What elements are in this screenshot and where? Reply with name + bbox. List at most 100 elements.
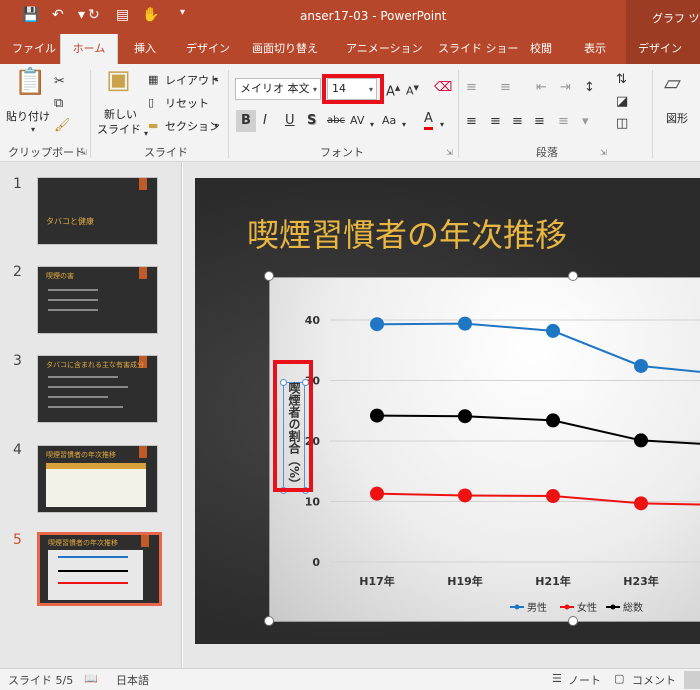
comments-button[interactable]: コメント (632, 672, 676, 688)
notes-icon[interactable]: ☰ (552, 672, 562, 685)
new-slide-label-1[interactable]: 新しい (104, 106, 137, 122)
font-color-dropdown-icon[interactable]: ▾ (440, 117, 444, 133)
align-right-icon[interactable]: ≡ (512, 114, 523, 130)
text-direction-icon[interactable]: ⇅ (616, 72, 627, 88)
tab-animations[interactable]: アニメーション (346, 34, 423, 64)
reset-button[interactable]: リセット (165, 95, 209, 111)
series-line-0 (376, 322, 700, 373)
new-slide-icon[interactable]: ▣ (106, 67, 131, 93)
undo-dropdown-icon[interactable]: ▾ (78, 7, 85, 23)
font-name-dropdown-icon[interactable]: ▾ (313, 82, 317, 98)
format-painter-icon[interactable]: 🖌 (54, 118, 71, 134)
paste-icon[interactable]: 📋 (14, 69, 46, 95)
section-icon[interactable]: ▬ (148, 118, 158, 134)
smartart-icon[interactable]: ◫ (616, 116, 628, 132)
clear-formatting-icon[interactable]: ⌫ (434, 80, 452, 96)
font-color-button[interactable]: A (424, 111, 433, 130)
current-slide[interactable]: 喫煙習慣者の年次推移 0 10 20 30 40 H17年 H19年 H21年 H23年 男性 女性… (195, 178, 700, 644)
numbering-icon[interactable]: ≡ (500, 80, 511, 96)
tab-view[interactable]: 表示 (584, 34, 606, 64)
font-launcher-icon[interactable]: ⇲ (446, 148, 453, 157)
align-center-icon[interactable]: ≡ (490, 114, 501, 130)
slide-thumbnail-2[interactable]: 喫煙の害 (37, 266, 158, 334)
tab-slideshow[interactable]: スライド ショー (438, 34, 519, 64)
undo-icon[interactable]: ↶ (52, 7, 64, 23)
tab-home[interactable]: ホーム (60, 34, 118, 64)
align-left-icon[interactable]: ≡ (466, 114, 477, 130)
tab-review[interactable]: 校閲 (530, 34, 552, 64)
slide-thumbnail-5[interactable]: 喫煙習慣者の年次推移 (37, 532, 162, 606)
comments-icon[interactable]: ▢ (614, 672, 624, 685)
normal-view-button[interactable] (684, 671, 700, 689)
language-indicator[interactable]: 日本語 (116, 672, 149, 688)
columns-dropdown-icon[interactable]: ▾ (582, 114, 589, 130)
line-chart[interactable]: 010203040H17年 H19年 H21年 H23年男性 女性 総数 (270, 278, 700, 623)
slide-thumbnail-1[interactable]: タバコと健康 (37, 177, 158, 245)
columns-icon[interactable]: ≡ (558, 114, 569, 130)
font-name-combo[interactable]: メイリオ 本文 ▾ (235, 78, 321, 100)
slide-counter: スライド 5/5 (8, 674, 74, 687)
chart-resize-handle[interactable] (568, 616, 578, 626)
tab-chart-design[interactable]: デザイン (638, 34, 682, 64)
legend-label: 総数 (623, 601, 643, 614)
new-slide-label-2[interactable]: スライド (97, 121, 141, 137)
layout-button[interactable]: レイアウト (165, 72, 220, 88)
case-dropdown-icon[interactable]: ▾ (402, 117, 406, 133)
slides-group-label: スライド (144, 146, 188, 159)
tab-design[interactable]: デザイン (186, 34, 230, 64)
chart-resize-handle[interactable] (264, 616, 274, 626)
layout-icon[interactable]: ▦ (148, 72, 158, 88)
shapes-button[interactable]: 図形 (666, 110, 688, 126)
redo-icon[interactable]: ↻ (88, 7, 100, 23)
decrease-indent-icon[interactable]: ⇤ (536, 80, 547, 96)
paste-dropdown-icon[interactable]: ▾ (31, 122, 35, 138)
slide-thumbnail-4[interactable]: 喫煙習慣者の年次推移 (37, 445, 158, 513)
reset-icon[interactable]: ▯ (148, 95, 154, 111)
paste-button[interactable]: 貼り付け (6, 108, 50, 124)
touch-mode-icon[interactable]: ✋ (142, 7, 159, 23)
data-point (458, 409, 472, 424)
chart-resize-handle[interactable] (264, 271, 274, 281)
bullet-line (48, 289, 98, 291)
legend-marker (564, 604, 570, 610)
align-text-icon[interactable]: ◪ (616, 94, 628, 110)
strikethrough-button[interactable]: abc (327, 113, 345, 129)
chart-resize-handle[interactable] (568, 271, 578, 281)
x-tick-label: H17年 (359, 574, 395, 588)
slide-number: 1 (13, 176, 22, 192)
customize-qat-icon[interactable]: ▾ (180, 7, 185, 18)
highlight-box-axis-title (273, 360, 313, 492)
tab-insert[interactable]: 挿入 (134, 34, 156, 64)
layout-dropdown-icon[interactable]: ▾ (214, 72, 218, 88)
cut-icon[interactable]: ✂ (54, 74, 65, 90)
shrink-font-icon[interactable]: A▼ (406, 80, 419, 100)
spacing-dropdown-icon[interactable]: ▾ (370, 117, 374, 133)
increase-indent-icon[interactable]: ⇥ (560, 80, 571, 96)
present-icon[interactable]: ▤ (116, 7, 129, 23)
accent-bar (139, 178, 147, 190)
chart-object[interactable]: 0 10 20 30 40 H17年 H19年 H21年 H23年 男性 女性 総数 (269, 277, 700, 622)
bold-button[interactable]: B (236, 110, 256, 132)
section-button[interactable]: セクション (165, 118, 220, 134)
tab-transitions[interactable]: 画面切り替え (252, 34, 318, 64)
notes-button[interactable]: ノート (568, 672, 601, 688)
slide-thumbnail-3[interactable]: タバコに含まれる主な有害成分 (37, 355, 158, 423)
bullets-icon[interactable]: ≡ (466, 80, 477, 96)
spellcheck-icon[interactable]: 📖 (84, 672, 98, 685)
shapes-icon[interactable]: ▱ (664, 73, 681, 95)
tab-file[interactable]: ファイル (12, 34, 56, 64)
clipboard-launcher-icon[interactable]: ⇲ (80, 148, 87, 157)
slide-title[interactable]: 喫煙習慣者の年次推移 (247, 210, 567, 256)
shadow-button[interactable]: S (307, 113, 316, 129)
italic-button[interactable]: I (263, 113, 267, 129)
line-spacing-icon[interactable]: ↕ (584, 80, 595, 96)
change-case-button[interactable]: Aa (382, 113, 396, 129)
section-dropdown-icon[interactable]: ▾ (214, 118, 218, 134)
save-icon[interactable]: 💾 (22, 7, 39, 23)
copy-icon[interactable]: ⧉ (54, 96, 63, 112)
underline-button[interactable]: U (285, 113, 295, 129)
justify-icon[interactable]: ≡ (534, 114, 545, 130)
paragraph-launcher-icon[interactable]: ⇲ (600, 148, 607, 157)
grow-font-icon[interactable]: A▲ (386, 80, 400, 100)
character-spacing-button[interactable]: AV (350, 113, 364, 129)
